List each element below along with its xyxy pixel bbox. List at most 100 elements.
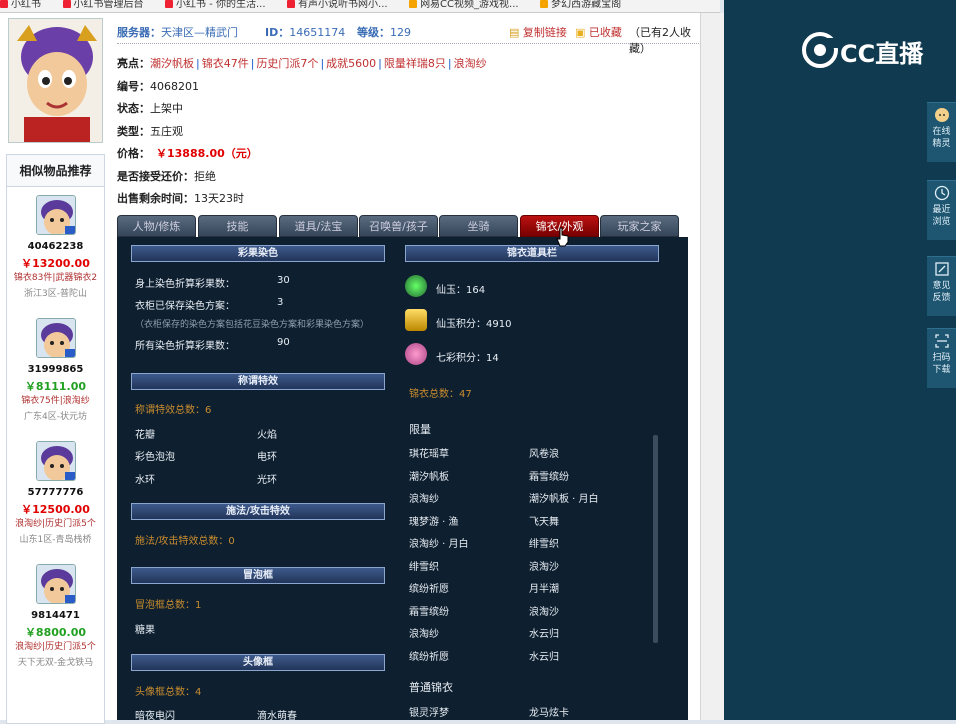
similar-item[interactable]: 31999865 ￥8111.00 锦衣75件|浪淘纱 广东4区-状元坊 bbox=[7, 310, 104, 433]
side-download[interactable]: 扫码 下载 bbox=[927, 328, 956, 388]
section-header: 头像框 bbox=[131, 654, 385, 671]
effect-item: 糖果 bbox=[135, 625, 155, 636]
costume-scrollbar[interactable] bbox=[653, 435, 658, 643]
section-count: 施法/攻击特效总数：0 bbox=[135, 536, 235, 547]
costume-panel: 彩果染色 身上染色折算彩果数： 30 衣柜已保存染色方案： 3 （衣柜保存的染色… bbox=[117, 237, 688, 720]
highlight-tag[interactable]: 浪淘纱 bbox=[454, 57, 487, 70]
item-avatar[interactable] bbox=[36, 441, 76, 481]
bookmarks-bar: 小红书 小红书管理后台 小红书 - 你的生活... 有声小说听书网小... 网易… bbox=[0, 0, 720, 13]
rainbow-points: 七彩积分：14 bbox=[436, 353, 499, 364]
favorite-button[interactable]: ▣ 已收藏 bbox=[575, 24, 622, 40]
highlight-tag[interactable]: 锦衣47件 bbox=[202, 57, 249, 70]
highlight-tag[interactable]: 限量祥瑞8只 bbox=[384, 57, 446, 70]
copy-link-button[interactable]: ▤ 复制链接 bbox=[509, 24, 567, 40]
similar-item[interactable]: 57777776 ￥12500.00 浪淘纱|历史门派5个 山东1区-青岛栈桥 bbox=[7, 433, 104, 556]
limited-heading: 限量 bbox=[409, 423, 431, 436]
section-header: 称谓特效 bbox=[131, 373, 385, 390]
field-row: 是否接受还价：拒绝 bbox=[117, 170, 216, 183]
similar-items-panel: 相似物品推荐 40462238 ￥13200.00 锦衣83件|武器锦衣2 浙江… bbox=[6, 154, 105, 724]
stat-value: 3 bbox=[277, 297, 284, 308]
clock-icon bbox=[934, 185, 949, 201]
helper-face-icon bbox=[934, 108, 949, 122]
item-area: 山东1区-青岛栈桥 bbox=[19, 535, 92, 545]
bookmark[interactable]: 小红书管理后台 bbox=[62, 0, 144, 10]
xianyu-value: 仙玉：164 bbox=[436, 285, 486, 296]
highlights-label: 亮点： bbox=[117, 57, 150, 70]
stat-value: 30 bbox=[277, 275, 290, 286]
tab-home[interactable]: 玩家之家 bbox=[600, 215, 679, 237]
highlights-row: 亮点：潮汐帆板 | 锦衣47件 | 历史门派7个 | 成就5600 | 限量祥瑞8只 | 浪淘纱 bbox=[117, 57, 487, 70]
level-label: 等级： bbox=[357, 26, 390, 39]
side-recent[interactable]: 最近 浏览 bbox=[927, 180, 956, 240]
highlight-tag[interactable]: 潮汐帆板 bbox=[150, 57, 194, 70]
item-avatar[interactable] bbox=[36, 195, 76, 235]
highlight-tag[interactable]: 历史门派7个 bbox=[256, 57, 318, 70]
field-row: 编号：4068201 bbox=[117, 80, 199, 93]
common-heading: 普通锦衣 bbox=[409, 681, 453, 694]
bookmark[interactable]: 小红书 bbox=[0, 0, 41, 10]
effect-item: 火焰 bbox=[257, 430, 277, 441]
cc-logo-icon bbox=[802, 32, 838, 68]
field-row: 出售剩余时间：13天23时 bbox=[117, 192, 244, 205]
similar-title: 相似物品推荐 bbox=[7, 155, 104, 187]
scan-icon bbox=[934, 334, 949, 348]
bookmark[interactable]: 有声小说听书网小... bbox=[287, 0, 388, 10]
bookmark[interactable]: 网易CC视频_游戏视... bbox=[409, 0, 519, 10]
item-id: 9814471 bbox=[31, 610, 80, 621]
costume-item: 龙马炫卡 bbox=[529, 708, 569, 719]
field-row: 状态：上架中 bbox=[117, 102, 183, 115]
effect-item: 水环 bbox=[135, 475, 155, 486]
stat-label: 身上染色折算彩果数： bbox=[135, 279, 235, 290]
item-id: 57777776 bbox=[27, 487, 84, 498]
section-header: 冒泡框 bbox=[131, 567, 385, 584]
tab-pets[interactable]: 召唤兽/孩子 bbox=[359, 215, 438, 237]
highlight-tag[interactable]: 成就5600 bbox=[326, 57, 376, 70]
item-avatar[interactable] bbox=[36, 318, 76, 358]
costume-item: 潮汐帆板 · 月白 bbox=[529, 494, 599, 505]
effect-item: 电环 bbox=[257, 452, 277, 463]
side-feedback[interactable]: 意见 反馈 bbox=[927, 256, 956, 316]
tab-skills[interactable]: 技能 bbox=[198, 215, 277, 237]
stat-label: 所有染色折算彩果数： bbox=[135, 341, 235, 352]
costume-item: 风卷浪 bbox=[529, 449, 559, 460]
product-page: 相似物品推荐 40462238 ￥13200.00 锦衣83件|武器锦衣2 浙江… bbox=[0, 13, 724, 724]
costume-item: 潮汐帆板 bbox=[409, 472, 449, 483]
costume-item: 月半潮 bbox=[529, 584, 559, 595]
costume-item: 缤纷祈愿 bbox=[409, 652, 449, 663]
page-scrollbar[interactable] bbox=[700, 13, 724, 720]
tab-mounts[interactable]: 坐骑 bbox=[439, 215, 518, 237]
item-area: 天下无双-金戈铁马 bbox=[17, 658, 94, 668]
costume-item: 霜雪缤纷 bbox=[529, 472, 569, 483]
item-area: 浙江3区-普陀山 bbox=[24, 289, 87, 299]
field-row: 类型：五庄观 bbox=[117, 125, 183, 138]
points-icon bbox=[405, 309, 427, 331]
id-value: 14651174 bbox=[289, 26, 346, 39]
server-label: 服务器： bbox=[117, 26, 161, 39]
effect-item: 滴水萌春 bbox=[257, 711, 297, 720]
costume-item: 浪淘沙 bbox=[529, 607, 559, 618]
item-price: ￥13200.00 bbox=[21, 257, 90, 270]
favorite-count: （已有2人收藏） bbox=[629, 26, 691, 55]
similar-item[interactable]: 9814471 ￥8800.00 浪淘纱|历史门派5个 天下无双-金戈铁马 bbox=[7, 556, 104, 679]
item-avatar[interactable] bbox=[36, 564, 76, 604]
effect-item: 彩色泡泡 bbox=[135, 452, 175, 463]
section-count: 头像框总数：4 bbox=[135, 687, 202, 698]
tab-bar: 人物/修炼 技能 道具/法宝 召唤兽/孩子 坐骑 锦衣/外观 玩家之家 bbox=[117, 215, 688, 237]
item-price: ￥12500.00 bbox=[21, 503, 90, 516]
costume-total: 锦衣总数：47 bbox=[409, 389, 472, 400]
tab-items[interactable]: 道具/法宝 bbox=[279, 215, 358, 237]
xianyu-points: 仙玉积分：4910 bbox=[436, 319, 512, 330]
tab-character[interactable]: 人物/修炼 bbox=[117, 215, 196, 237]
character-avatar bbox=[8, 18, 103, 143]
bookmark[interactable]: 小红书 - 你的生活... bbox=[165, 0, 266, 10]
bookmark[interactable]: 梦幻西游藏宝阁 bbox=[540, 0, 621, 10]
section-count: 冒泡框总数：1 bbox=[135, 600, 202, 611]
similar-item[interactable]: 40462238 ￥13200.00 锦衣83件|武器锦衣2 浙江3区-普陀山 bbox=[7, 187, 104, 310]
item-area: 广东4区-状元坊 bbox=[24, 412, 87, 422]
item-tags: 浪淘纱|历史门派5个 bbox=[15, 642, 96, 652]
side-online-helper[interactable]: 在线 精灵 bbox=[927, 102, 956, 162]
id-label: ID： bbox=[265, 26, 290, 39]
costume-item: 绯雪织 bbox=[409, 562, 439, 573]
xianyu-icon bbox=[405, 275, 427, 297]
item-price: ￥8111.00 bbox=[24, 380, 87, 393]
